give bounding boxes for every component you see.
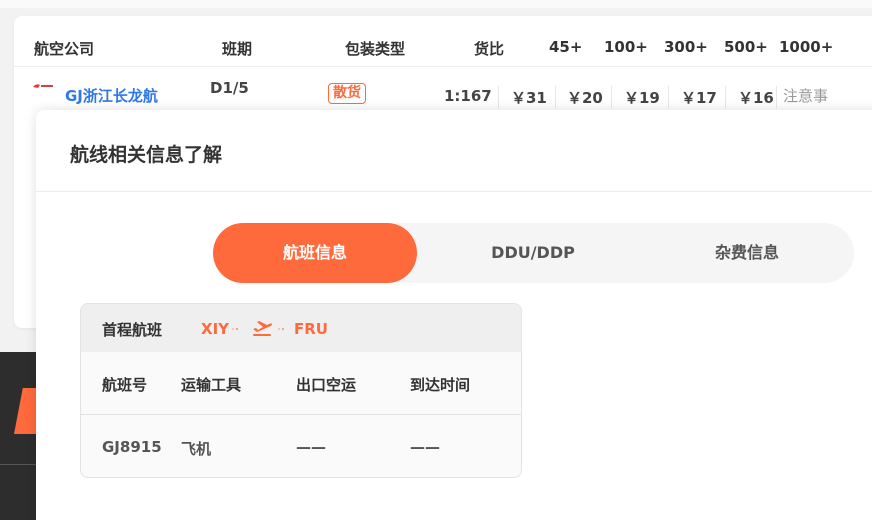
header-45: 45+ [549,38,583,56]
cell-export-air: —— [296,438,326,456]
header-divider [14,66,872,67]
price-separator [498,86,499,108]
cell-arrival-time: —— [410,438,440,456]
pack-type-badge: 散货 [328,83,366,104]
price-100: ￥20 [567,89,603,107]
top-strip [0,0,872,8]
info-tabs: 航班信息 DDU/DDP 杂费信息 [213,223,854,283]
header-ratio: 货比 [474,40,505,58]
plane-takeoff-icon [253,321,272,336]
tab-misc-fees[interactable]: 杂费信息 [640,223,854,283]
price-separator [611,86,612,108]
header-schedule: 班期 [222,40,253,58]
header-airline: 航空公司 [34,40,95,58]
route-header: 首程航班 XIY FRU [81,304,521,352]
col-export-air: 出口空运 [296,376,357,394]
schedule-value: D1/5 [210,79,249,97]
modal-divider [36,191,872,192]
ratio-value: 1:167 [444,87,492,105]
header-100: 100+ [604,38,648,56]
route-dots-icon [278,328,284,330]
col-transport: 运输工具 [181,376,242,394]
header-pack-type: 包装类型 [345,40,406,58]
price-separator [725,86,726,108]
col-flight-number: 航班号 [102,376,148,394]
freight-table-header: 航空公司 班期 包装类型 货比 45+ 100+ 300+ 500+ 1000+ [14,38,872,66]
route-dots-icon [232,328,238,330]
dark-panel-divider [0,464,36,465]
route-table-divider [81,414,521,415]
modal-title: 航线相关信息了解 [70,144,223,166]
price-45: ￥31 [511,89,547,107]
airline-name-link[interactable]: GJ浙江长龙航 [65,85,158,106]
notice-link[interactable]: 注意事项 [783,86,835,108]
tab-ddu-ddp[interactable]: DDU/DDP [426,223,640,283]
header-1000: 1000+ [779,38,834,56]
route-origin: XIY [201,320,230,338]
route-destination: FRU [294,320,328,338]
price-1000: ￥16 [738,89,774,107]
cell-flight-number: GJ8915 [102,438,162,456]
price-separator [668,86,669,108]
dark-side-panel [0,352,36,520]
price-separator [776,86,777,108]
price-500: ￥17 [681,89,717,107]
price-separator [555,86,556,108]
price-300: ￥19 [624,89,660,107]
header-500: 500+ [724,38,768,56]
col-arrival-time: 到达时间 [410,376,471,394]
header-300: 300+ [664,38,708,56]
route-info-modal: 航线相关信息了解 航班信息 DDU/DDP 杂费信息 首程航班 XIY FRU … [36,110,872,520]
route-label: 首程航班 [102,321,163,339]
tab-flight-info[interactable]: 航班信息 [213,223,417,283]
airline-logo-icon [33,84,53,88]
cell-transport: 飞机 [181,440,212,458]
first-leg-flight-card: 首程航班 XIY FRU 航班号 运输工具 出口空运 到达时间 GJ8915 飞… [80,303,522,478]
